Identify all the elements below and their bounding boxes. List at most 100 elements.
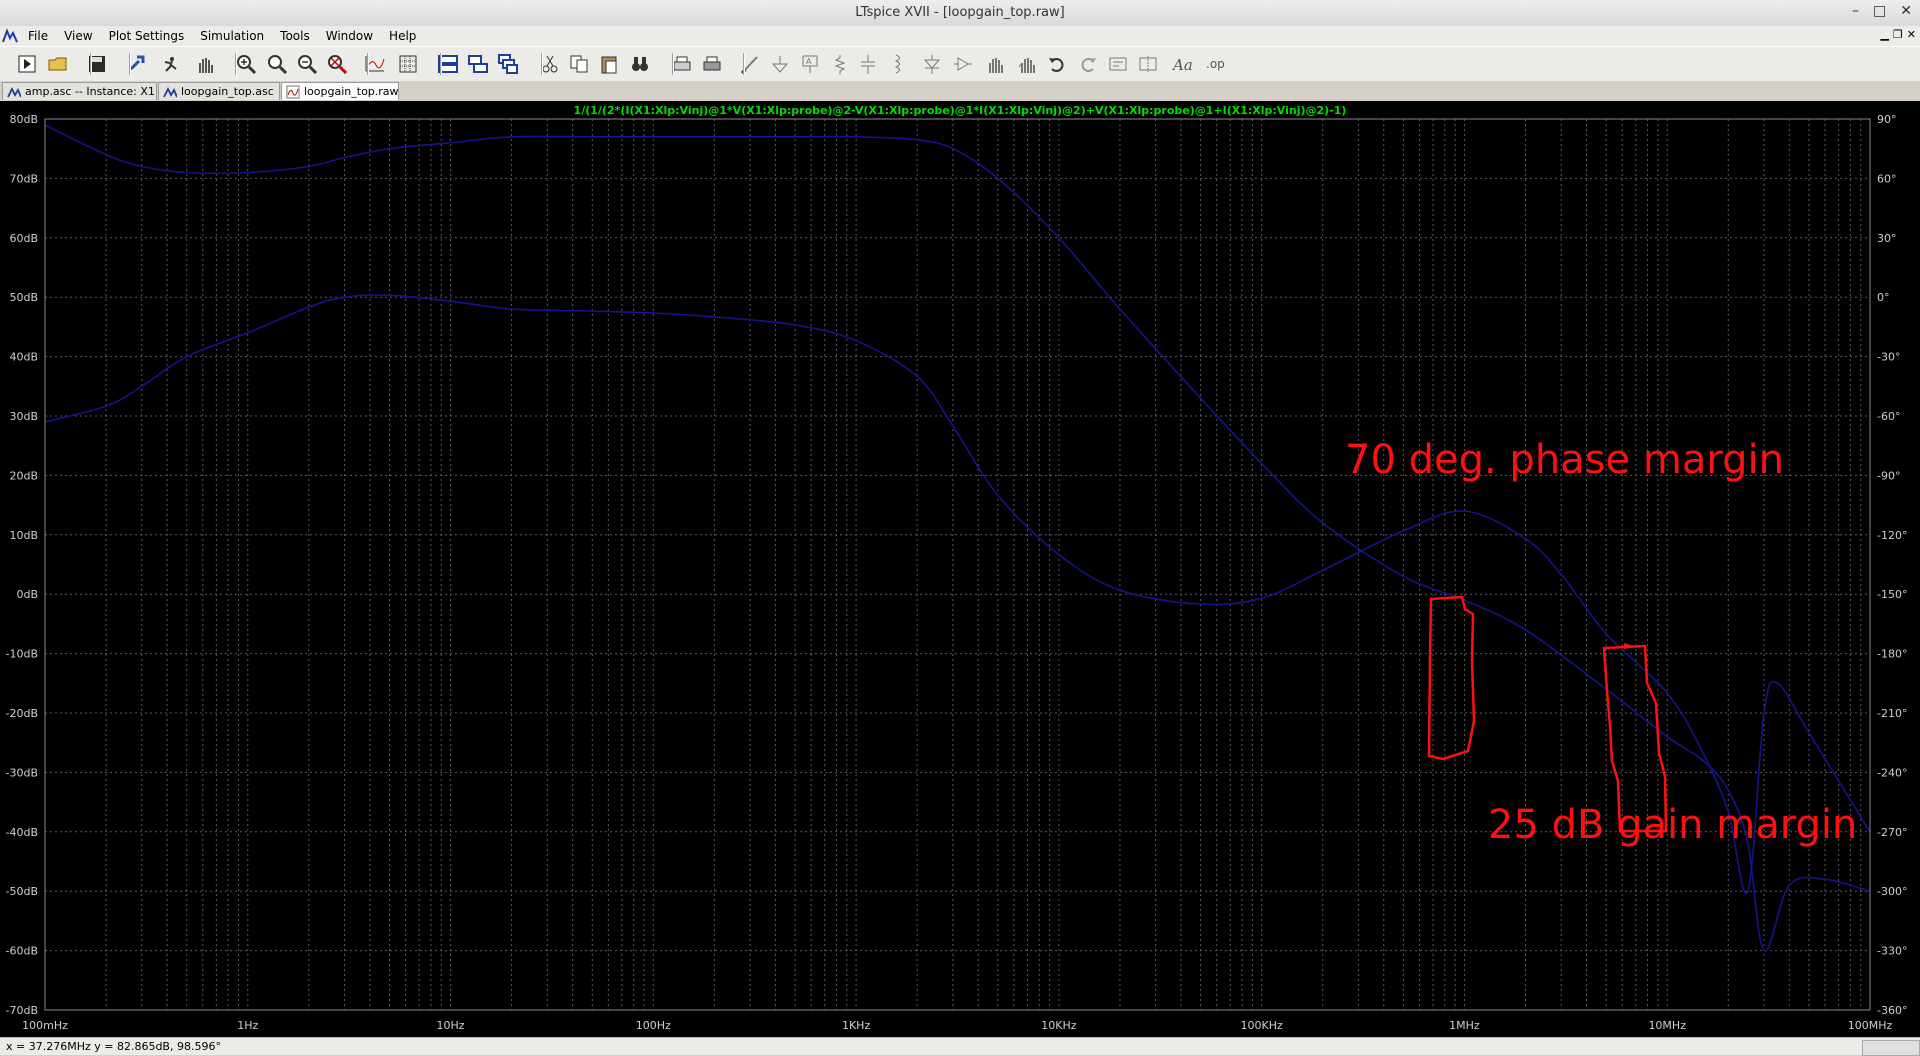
text-icon[interactable]: Aa xyxy=(1169,51,1195,77)
x-tick-label[interactable]: 100Hz xyxy=(636,1019,671,1032)
print-preview-icon[interactable] xyxy=(699,51,725,77)
y-right-tick-label[interactable]: -150° xyxy=(1877,588,1907,601)
drag-icon[interactable] xyxy=(1014,51,1040,77)
y-right-tick-label[interactable]: 90° xyxy=(1877,113,1897,126)
x-tick-label[interactable]: 10MHz xyxy=(1648,1019,1686,1032)
pan-icon[interactable] xyxy=(192,51,218,77)
waveform-plot[interactable]: 100mHz 1Hz 10Hz 100Hz 1KHz 10KHz 100KHz 1MHz 10M… xyxy=(0,101,1920,1037)
ground-icon[interactable] xyxy=(767,51,793,77)
open-icon[interactable] xyxy=(45,51,71,77)
grid-icon[interactable] xyxy=(395,51,421,77)
y-left-tick-label[interactable]: 50dB xyxy=(9,291,38,304)
y-left-tick-label[interactable]: 70dB xyxy=(9,172,38,185)
y-left-tick-label[interactable]: 80dB xyxy=(9,113,38,126)
mdi-close-icon[interactable]: ✕ xyxy=(1907,28,1916,41)
menu-bar: File View Plot Settings Simulation Tools Wind… xyxy=(0,26,1920,46)
y-left-tick-label[interactable]: 40dB xyxy=(9,351,38,364)
y-right-tick-label[interactable]: -210° xyxy=(1877,707,1907,720)
tile-vertical-icon[interactable] xyxy=(465,51,491,77)
inductor-icon[interactable] xyxy=(885,51,911,77)
capacitor-icon[interactable] xyxy=(855,51,881,77)
y-left-tick-label[interactable]: -10dB xyxy=(6,648,39,661)
menu-item-plot-settings[interactable]: Plot Settings xyxy=(101,28,193,44)
halt-icon[interactable] xyxy=(159,51,185,77)
y-right-tick-label[interactable]: -180° xyxy=(1877,648,1907,661)
tab-amp-asc-instance-x1[interactable]: amp.asc -- Instance: X1 xyxy=(2,82,157,100)
y-left-tick-label[interactable]: 20dB xyxy=(9,469,38,482)
find-icon[interactable] xyxy=(627,51,653,77)
close-icon[interactable]: ✕ xyxy=(1900,3,1912,19)
wire-icon[interactable] xyxy=(737,51,763,77)
y-left-tick-label[interactable]: -50dB xyxy=(6,885,39,898)
spice-directive-icon[interactable]: .op xyxy=(1202,51,1228,77)
menu-item-tools[interactable]: Tools xyxy=(272,28,318,44)
y-left-tick-label[interactable]: 10dB xyxy=(9,529,38,542)
x-tick-label[interactable]: 100MHz xyxy=(1848,1019,1893,1032)
trace-expression-label[interactable]: 1/(1/(2*(I(X1:Xlp:Vinj)@1*V(X1:Xlp:probe… xyxy=(574,104,1347,117)
menu-item-window[interactable]: Window xyxy=(318,28,381,44)
rotate-icon[interactable] xyxy=(1105,51,1131,77)
mdi-minimize-icon[interactable]: ▁ xyxy=(1880,28,1888,41)
toolbar: A Aa .op xyxy=(0,46,1920,82)
maximize-icon[interactable]: □ xyxy=(1873,3,1886,19)
svg-text:Aa: Aa xyxy=(1171,56,1193,74)
y-left-tick-label[interactable]: -20dB xyxy=(6,707,39,720)
y-left-tick-label[interactable]: -40dB xyxy=(6,826,39,839)
undo-icon[interactable] xyxy=(1044,51,1070,77)
y-left-tick-label[interactable]: 60dB xyxy=(9,232,38,245)
menu-item-view[interactable]: View xyxy=(56,28,100,44)
run-icon[interactable] xyxy=(14,51,40,77)
y-right-tick-label[interactable]: 0° xyxy=(1877,291,1890,304)
zoom-fit-icon[interactable] xyxy=(324,51,350,77)
diode-icon[interactable] xyxy=(919,51,945,77)
y-right-tick-label[interactable]: -120° xyxy=(1877,529,1907,542)
y-left-tick-label[interactable]: 0dB xyxy=(16,588,38,601)
y-right-tick-label[interactable]: -30° xyxy=(1877,351,1900,364)
mirror-icon[interactable] xyxy=(1135,51,1161,77)
save-icon[interactable] xyxy=(84,51,110,77)
y-left-tick-label[interactable]: -70dB xyxy=(6,1004,39,1017)
cascade-icon[interactable] xyxy=(495,51,521,77)
y-left-tick-label[interactable]: -60dB xyxy=(6,945,39,958)
tile-horizontal-icon[interactable] xyxy=(435,51,461,77)
x-tick-label[interactable]: 1MHz xyxy=(1449,1019,1480,1032)
redo-icon[interactable] xyxy=(1075,51,1101,77)
zoom-out-icon[interactable] xyxy=(294,51,320,77)
plot-canvas[interactable]: 100mHz 1Hz 10Hz 100Hz 1KHz 10KHz 100KHz 1MHz 10M… xyxy=(0,101,1920,1037)
y-right-tick-label[interactable]: -270° xyxy=(1877,826,1907,839)
y-right-tick-label[interactable]: -330° xyxy=(1877,945,1907,958)
y-right-tick-label[interactable]: 60° xyxy=(1877,172,1897,185)
copy-icon[interactable] xyxy=(566,51,592,77)
resistor-icon[interactable] xyxy=(827,51,853,77)
y-right-tick-label[interactable]: -60° xyxy=(1877,410,1900,423)
menu-item-simulation[interactable]: Simulation xyxy=(192,28,272,44)
autorange-icon[interactable] xyxy=(362,51,388,77)
y-right-tick-label[interactable]: 30° xyxy=(1877,232,1897,245)
y-right-tick-label[interactable]: -240° xyxy=(1877,766,1907,779)
status-grip[interactable] xyxy=(1862,1040,1920,1056)
y-left-tick-label[interactable]: -30dB xyxy=(6,766,39,779)
x-tick-label[interactable]: 1Hz xyxy=(237,1019,258,1032)
y-right-tick-label[interactable]: -90° xyxy=(1877,469,1900,482)
mdi-restore-icon[interactable]: ❐ xyxy=(1893,28,1903,41)
y-right-tick-label[interactable]: -300° xyxy=(1877,885,1907,898)
gain-margin-arrow-icon xyxy=(1624,643,1634,649)
waveform-icon xyxy=(286,85,300,99)
label-icon[interactable]: A xyxy=(797,51,823,77)
y-left-tick-label[interactable]: 30dB xyxy=(9,410,38,423)
tab-loopgain-top-asc[interactable]: loopgain_top.asc xyxy=(158,82,280,100)
x-tick-label[interactable]: 100KHz xyxy=(1241,1019,1283,1032)
menu-item-file[interactable]: File xyxy=(20,28,56,44)
zoom-area-icon[interactable] xyxy=(264,51,290,77)
menu-item-help[interactable]: Help xyxy=(381,28,424,44)
x-tick-label[interactable]: 1KHz xyxy=(842,1019,870,1032)
x-tick-label[interactable]: 100mHz xyxy=(22,1019,68,1032)
y-right-tick-label[interactable]: -360° xyxy=(1877,1004,1907,1017)
paste-icon[interactable] xyxy=(596,51,622,77)
move-icon[interactable] xyxy=(982,51,1008,77)
tab-loopgain-top-raw[interactable]: loopgain_top.raw xyxy=(281,82,399,100)
component-icon[interactable] xyxy=(950,51,976,77)
minimize-icon[interactable]: – xyxy=(1852,3,1859,19)
x-tick-label[interactable]: 10Hz xyxy=(437,1019,465,1032)
x-tick-label[interactable]: 10KHz xyxy=(1041,1019,1076,1032)
